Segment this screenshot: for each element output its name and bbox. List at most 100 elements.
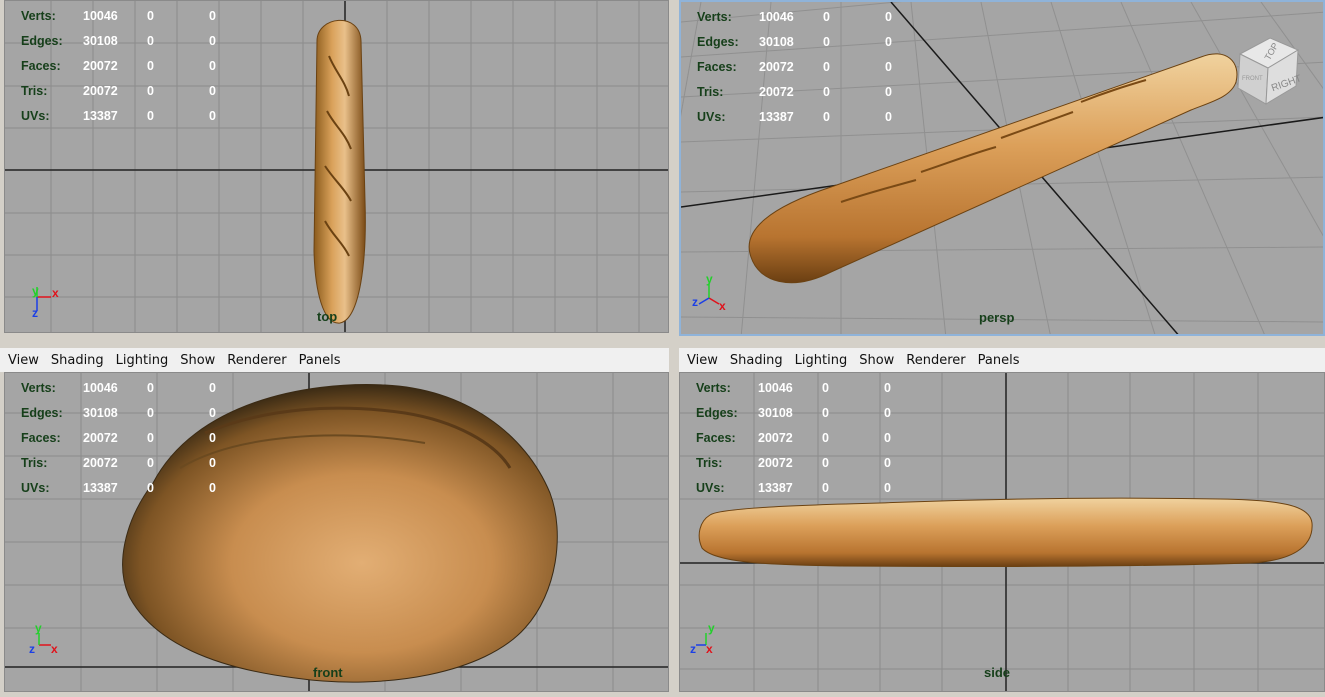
hud-selected: 0 xyxy=(147,33,154,48)
hud-component: 0 xyxy=(884,430,891,445)
hud-selected: 0 xyxy=(147,405,154,420)
hud-label: Verts: xyxy=(21,8,56,23)
hud-total: 20072 xyxy=(83,455,118,470)
menu-lighting[interactable]: Lighting xyxy=(116,353,169,368)
hud-selected: 0 xyxy=(823,84,830,99)
hud-component: 0 xyxy=(885,84,892,99)
camera-label-persp: persp xyxy=(979,310,1015,325)
hud-total: 20072 xyxy=(759,84,794,99)
hud-total: 20072 xyxy=(758,430,793,445)
viewport-persp[interactable]: Verts: 10046 0 0 Edges: 30108 0 0 Faces: 20072 0 0 T… xyxy=(679,0,1325,336)
hud-total: 30108 xyxy=(758,405,793,420)
axis-gizmo: x y z xyxy=(32,284,59,320)
hud-component: 0 xyxy=(209,480,216,495)
hud-row: Verts: 10046 0 0 xyxy=(21,375,216,400)
menu-panels[interactable]: Panels xyxy=(978,353,1020,368)
viewport-top[interactable]: Verts: 10046 0 0 Edges: 30108 0 0 Faces: 20072 0 0 T… xyxy=(4,0,669,333)
hud-label: Tris: xyxy=(697,84,724,99)
hud-row: Tris: 20072 0 0 xyxy=(21,78,216,103)
hud-total: 20072 xyxy=(83,83,118,98)
hud-component: 0 xyxy=(884,480,891,495)
menu-view[interactable]: View xyxy=(687,353,718,368)
hud-total: 20072 xyxy=(83,430,118,445)
hud-stats: Verts: 10046 0 0 Edges: 30108 0 0 Faces: 20072 0 0 T… xyxy=(21,375,216,500)
menu-shading[interactable]: Shading xyxy=(51,353,104,368)
axis-z-label: z xyxy=(29,642,35,656)
hud-label: UVs: xyxy=(21,480,50,495)
hud-component: 0 xyxy=(884,405,891,420)
hud-row: Edges: 30108 0 0 xyxy=(21,400,216,425)
hud-row: Faces: 20072 0 0 xyxy=(21,425,216,450)
axis-x-label: x xyxy=(706,642,713,656)
hud-total: 13387 xyxy=(758,480,793,495)
hud-label: Faces: xyxy=(696,430,736,445)
axis-z-label: z xyxy=(692,295,698,309)
viewcube-front-label: FRONT xyxy=(1242,76,1263,82)
camera-label-side: side xyxy=(984,665,1011,680)
hud-total: 10046 xyxy=(83,380,118,395)
axis-y-label: y xyxy=(35,621,42,635)
baguette-model xyxy=(698,497,1313,568)
hud-row: Verts: 10046 0 0 xyxy=(697,4,892,29)
menu-panels[interactable]: Panels xyxy=(299,353,341,368)
camera-label-front: front xyxy=(313,665,343,680)
menu-renderer[interactable]: Renderer xyxy=(227,353,286,368)
axis-gizmo: x y z xyxy=(692,272,726,313)
hud-row: UVs: 13387 0 0 xyxy=(21,103,216,128)
hud-stats: Verts: 10046 0 0 Edges: 30108 0 0 Faces: 20072 0 0 T… xyxy=(697,4,892,129)
hud-label: Faces: xyxy=(21,430,61,445)
hud-stats: Verts: 10046 0 0 Edges: 30108 0 0 Faces: 20072 0 0 T… xyxy=(696,375,891,500)
hud-stats: Verts: 10046 0 0 Edges: 30108 0 0 Faces: 20072 0 0 T… xyxy=(21,3,216,128)
menu-view[interactable]: View xyxy=(8,353,39,368)
hud-total: 13387 xyxy=(83,108,118,123)
hud-selected: 0 xyxy=(822,380,829,395)
menu-show[interactable]: Show xyxy=(859,353,894,368)
hud-selected: 0 xyxy=(147,455,154,470)
hud-total: 13387 xyxy=(83,480,118,495)
hud-label: UVs: xyxy=(696,480,725,495)
hud-total: 20072 xyxy=(758,455,793,470)
axis-y-label: y xyxy=(706,272,713,286)
hud-component: 0 xyxy=(209,405,216,420)
hud-selected: 0 xyxy=(822,430,829,445)
hud-selected: 0 xyxy=(822,405,829,420)
panel-menubar-side: View Shading Lighting Show Renderer Pane… xyxy=(679,348,1325,372)
hud-label: Edges: xyxy=(21,405,63,420)
hud-component: 0 xyxy=(209,380,216,395)
viewport-front[interactable]: Verts: 10046 0 0 Edges: 30108 0 0 Faces: 20072 0 0 T… xyxy=(4,372,669,692)
hud-row: Tris: 20072 0 0 xyxy=(697,79,892,104)
hud-row: Edges: 30108 0 0 xyxy=(696,400,891,425)
hud-label: Verts: xyxy=(696,380,731,395)
hud-total: 13387 xyxy=(759,109,794,124)
hud-label: Edges: xyxy=(696,405,738,420)
hud-label: UVs: xyxy=(21,108,50,123)
hud-row: Faces: 20072 0 0 xyxy=(697,54,892,79)
hud-component: 0 xyxy=(885,9,892,24)
hud-selected: 0 xyxy=(823,109,830,124)
hud-selected: 0 xyxy=(147,380,154,395)
hud-total: 30108 xyxy=(83,33,118,48)
hud-component: 0 xyxy=(209,430,216,445)
hud-component: 0 xyxy=(885,109,892,124)
hud-selected: 0 xyxy=(147,58,154,73)
viewcube[interactable]: TOP FRONT RIGHT xyxy=(1226,32,1316,112)
hud-total: 20072 xyxy=(759,59,794,74)
hud-component: 0 xyxy=(885,59,892,74)
hud-total: 30108 xyxy=(759,34,794,49)
menu-renderer[interactable]: Renderer xyxy=(906,353,965,368)
hud-total: 30108 xyxy=(83,405,118,420)
camera-label-top: top xyxy=(317,309,338,324)
axis-x-label: x xyxy=(52,286,59,300)
hud-selected: 0 xyxy=(822,480,829,495)
menu-shading[interactable]: Shading xyxy=(730,353,783,368)
hud-row: UVs: 13387 0 0 xyxy=(697,104,892,129)
hud-label: Edges: xyxy=(697,34,739,49)
viewport-side[interactable]: Verts: 10046 0 0 Edges: 30108 0 0 Faces: 20072 0 0 T… xyxy=(679,372,1325,692)
menu-show[interactable]: Show xyxy=(180,353,215,368)
hud-component: 0 xyxy=(884,455,891,470)
menu-lighting[interactable]: Lighting xyxy=(795,353,848,368)
hud-row: Edges: 30108 0 0 xyxy=(21,28,216,53)
hud-row: Verts: 10046 0 0 xyxy=(21,3,216,28)
axis-y-label: y xyxy=(708,621,715,635)
hud-selected: 0 xyxy=(822,455,829,470)
